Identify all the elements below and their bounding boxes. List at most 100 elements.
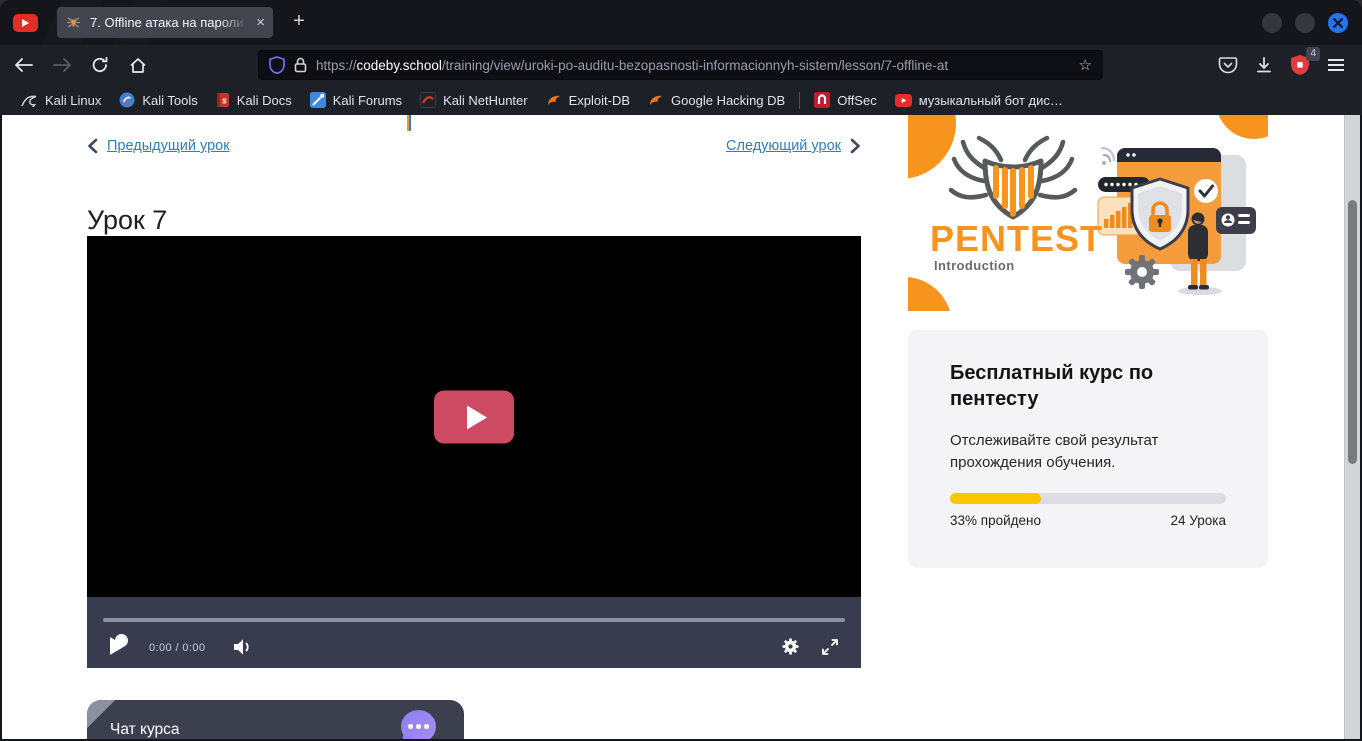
home-icon (129, 57, 147, 74)
course-banner: PENTEST Introduction (908, 115, 1268, 311)
tab-close-icon[interactable]: × (256, 15, 265, 30)
fullscreen-button[interactable] (821, 638, 839, 656)
kali-nethunter-icon (420, 92, 436, 108)
progress-percent-label: 33% пройдено (950, 513, 1041, 528)
adblock-badge: 4 (1306, 47, 1320, 61)
previous-lesson-label: Предыдущий урок (107, 138, 230, 154)
minimize-button[interactable] (1262, 13, 1282, 33)
banner-brand: PENTEST (930, 218, 1103, 260)
bookmark-kali-forums[interactable]: Kali Forums (301, 92, 411, 108)
chat-dot (424, 724, 429, 729)
lessons-count-label: 24 Урока (1171, 513, 1226, 528)
play-icon[interactable] (110, 637, 125, 655)
bookmark-star-icon[interactable]: ☆ (1079, 56, 1092, 74)
chat-title: Чат курса (110, 721, 180, 739)
video-time: 0:00 / 0:00 (149, 642, 205, 654)
bookmark-kali-nethunter[interactable]: Kali NetHunter (411, 92, 537, 108)
bookmark-kali-tools[interactable]: Kali Tools (110, 92, 206, 108)
offsec-icon (814, 92, 830, 108)
bookmarks-separator (799, 92, 800, 109)
bookmark-music-bot[interactable]: музыкальный бот дис… (886, 93, 1072, 108)
bookmark-offsec[interactable]: OffSec (805, 92, 886, 108)
pocket-button[interactable] (1214, 51, 1242, 79)
course-banner-illustration (908, 115, 1268, 311)
home-button[interactable] (123, 50, 153, 80)
url-protocol: https:// (316, 58, 357, 73)
bookmark-exploit-db[interactable]: Exploit-DB (537, 93, 639, 108)
back-button[interactable] (9, 50, 39, 80)
youtube-icon (895, 94, 912, 107)
reload-button[interactable] (85, 50, 115, 80)
header-logo-remnant (407, 115, 411, 131)
menu-button[interactable] (1322, 51, 1350, 79)
next-lesson-link[interactable]: Следующий урок (726, 138, 861, 154)
forward-icon (52, 57, 72, 73)
back-icon (14, 57, 34, 73)
reload-icon (91, 56, 109, 74)
kali-tools-icon (119, 92, 135, 108)
lock-icon[interactable] (294, 57, 307, 73)
downloads-button[interactable] (1250, 51, 1278, 79)
course-card-description: Отслеживайте свой результат прохождения … (950, 430, 1185, 474)
course-progress-card: Бесплатный курс по пентесту Отслеживайте… (908, 330, 1268, 568)
gear-icon (781, 637, 800, 656)
bookmark-kali-docs[interactable]: s Kali Docs (207, 92, 301, 108)
pocket-icon (1218, 56, 1238, 74)
scrollbar-thumb[interactable] (1348, 200, 1357, 464)
big-play-button[interactable] (434, 390, 514, 443)
video-screen[interactable] (87, 236, 861, 597)
bookmark-label: Kali Tools (142, 93, 197, 108)
bookmarks-toolbar: Kali Linux Kali Tools s Kali Docs Kali F… (0, 85, 1362, 115)
url-path: /training/view/uroki-po-auditu-bezopasno… (442, 58, 948, 73)
tracking-protection-shield-icon[interactable] (269, 56, 285, 74)
active-tab[interactable]: 7. Offline атака на пароли × (57, 7, 273, 38)
bookmark-label: Kali Docs (237, 93, 292, 108)
banner-subtitle: Introduction (934, 258, 1015, 273)
chat-bubble-icon[interactable] (401, 710, 436, 739)
chat-dot (408, 724, 413, 729)
kali-docs-icon: s (216, 92, 230, 108)
previous-lesson-link[interactable]: Предыдущий урок (87, 138, 230, 154)
maximize-button[interactable] (1295, 13, 1315, 33)
tab-bar: 7. Offline атака на пароли × + (0, 0, 1362, 45)
close-icon (1333, 18, 1343, 28)
download-icon (1255, 56, 1273, 74)
forward-button[interactable] (47, 50, 77, 80)
volume-icon (232, 638, 252, 656)
toolbar-right-icons: 4 (1214, 51, 1362, 79)
svg-text:s: s (222, 96, 227, 106)
chevron-left-icon (87, 138, 98, 154)
adblock-extension-button[interactable]: 4 (1286, 51, 1314, 79)
course-progress-bar (950, 493, 1226, 504)
video-controls-bar: 0:00 / 0:00 (87, 597, 861, 668)
pinned-tab-youtube[interactable] (13, 14, 38, 32)
bookmark-label: Exploit-DB (569, 93, 630, 108)
chat-dot (416, 724, 421, 729)
volume-button[interactable] (232, 638, 252, 656)
lesson-title: Урок 7 (87, 205, 167, 236)
lesson-pagination: Предыдущий урок Следующий урок (87, 138, 861, 154)
bookmark-label: Kali NetHunter (443, 93, 528, 108)
bookmark-label: Kali Forums (333, 93, 402, 108)
course-progress-stats: 33% пройдено 24 Урока (950, 513, 1226, 528)
url-domain: codeby.school (357, 58, 442, 73)
bookmark-kali-linux[interactable]: Kali Linux (12, 93, 110, 108)
video-player: 0:00 / 0:00 (87, 236, 861, 668)
hamburger-menu-icon (1327, 58, 1345, 72)
page-scrollbar[interactable] (1344, 115, 1360, 739)
next-lesson-label: Следующий урок (726, 138, 841, 154)
google-hacking-db-icon (648, 93, 664, 107)
video-progress-track[interactable] (103, 618, 845, 622)
chevron-right-icon (850, 138, 861, 154)
bookmark-google-hacking-db[interactable]: Google Hacking DB (639, 93, 794, 108)
course-chat-widget[interactable]: Чат курса (87, 700, 464, 739)
video-settings-button[interactable] (781, 637, 800, 656)
new-tab-button[interactable]: + (287, 10, 311, 34)
close-button[interactable] (1328, 13, 1348, 33)
url-bar[interactable]: https://codeby.school/training/view/urok… (258, 50, 1103, 80)
fullscreen-icon (821, 638, 839, 656)
course-progress-fill (950, 493, 1041, 504)
url-text[interactable]: https://codeby.school/training/view/urok… (316, 58, 1071, 73)
bookmark-label: OffSec (837, 93, 877, 108)
browser-window: 7. Offline атака на пароли × + (0, 0, 1362, 741)
